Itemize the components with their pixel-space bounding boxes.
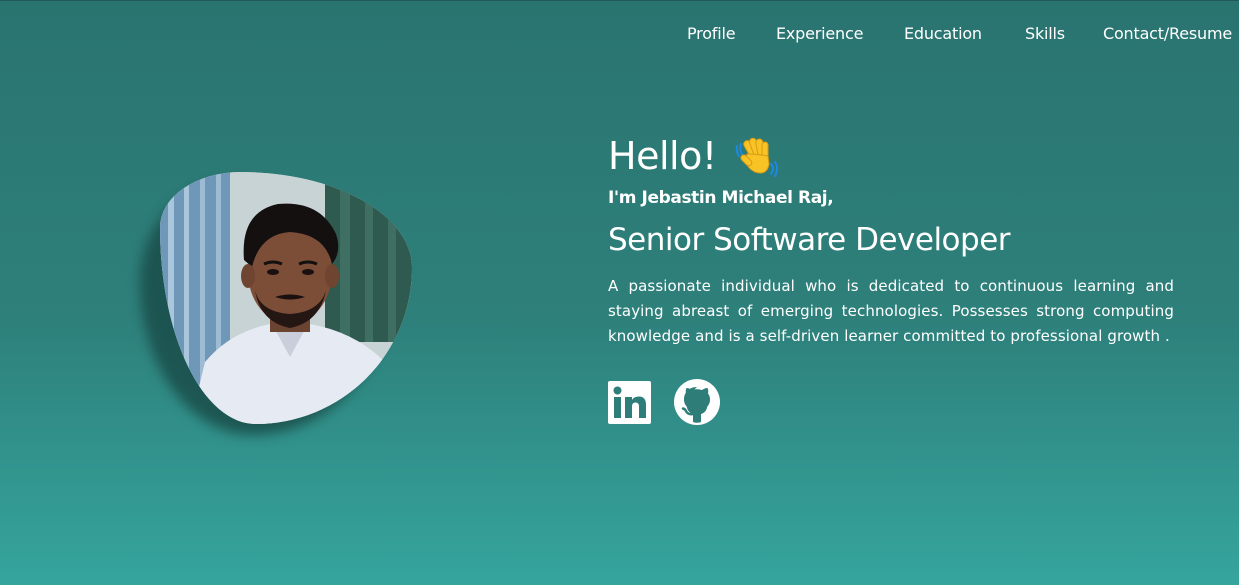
bio-description: A passionate individual who is dedicated…	[608, 277, 1174, 345]
nav-link-profile[interactable]: Profile	[687, 24, 736, 43]
nav-link-contact-resume[interactable]: Contact/Resume	[1103, 24, 1232, 43]
nav-link-education[interactable]: Education	[904, 24, 982, 43]
nav-link-experience[interactable]: Experience	[776, 24, 863, 43]
top-border	[0, 0, 1239, 1]
linkedin-link[interactable]	[608, 380, 651, 428]
greeting-row: Hello!	[608, 130, 1174, 182]
linkedin-icon	[608, 380, 651, 424]
greeting-heading: Hello!	[608, 134, 717, 178]
profile-photo-container	[140, 168, 420, 438]
github-icon	[674, 379, 720, 425]
intro-name: I'm Jebastin Michael Raj,	[608, 188, 834, 208]
nav-link-skills[interactable]: Skills	[1025, 24, 1065, 43]
social-links	[608, 378, 1174, 430]
top-navigation: Profile Experience Education Skills Cont…	[0, 24, 1239, 46]
github-link[interactable]	[673, 378, 721, 430]
hero-section: Hello! I'm Jebastin Michael Raj, Senior …	[608, 130, 1174, 427]
waving-hand-icon	[735, 134, 779, 178]
role-title: Senior Software Developer	[608, 222, 1011, 258]
